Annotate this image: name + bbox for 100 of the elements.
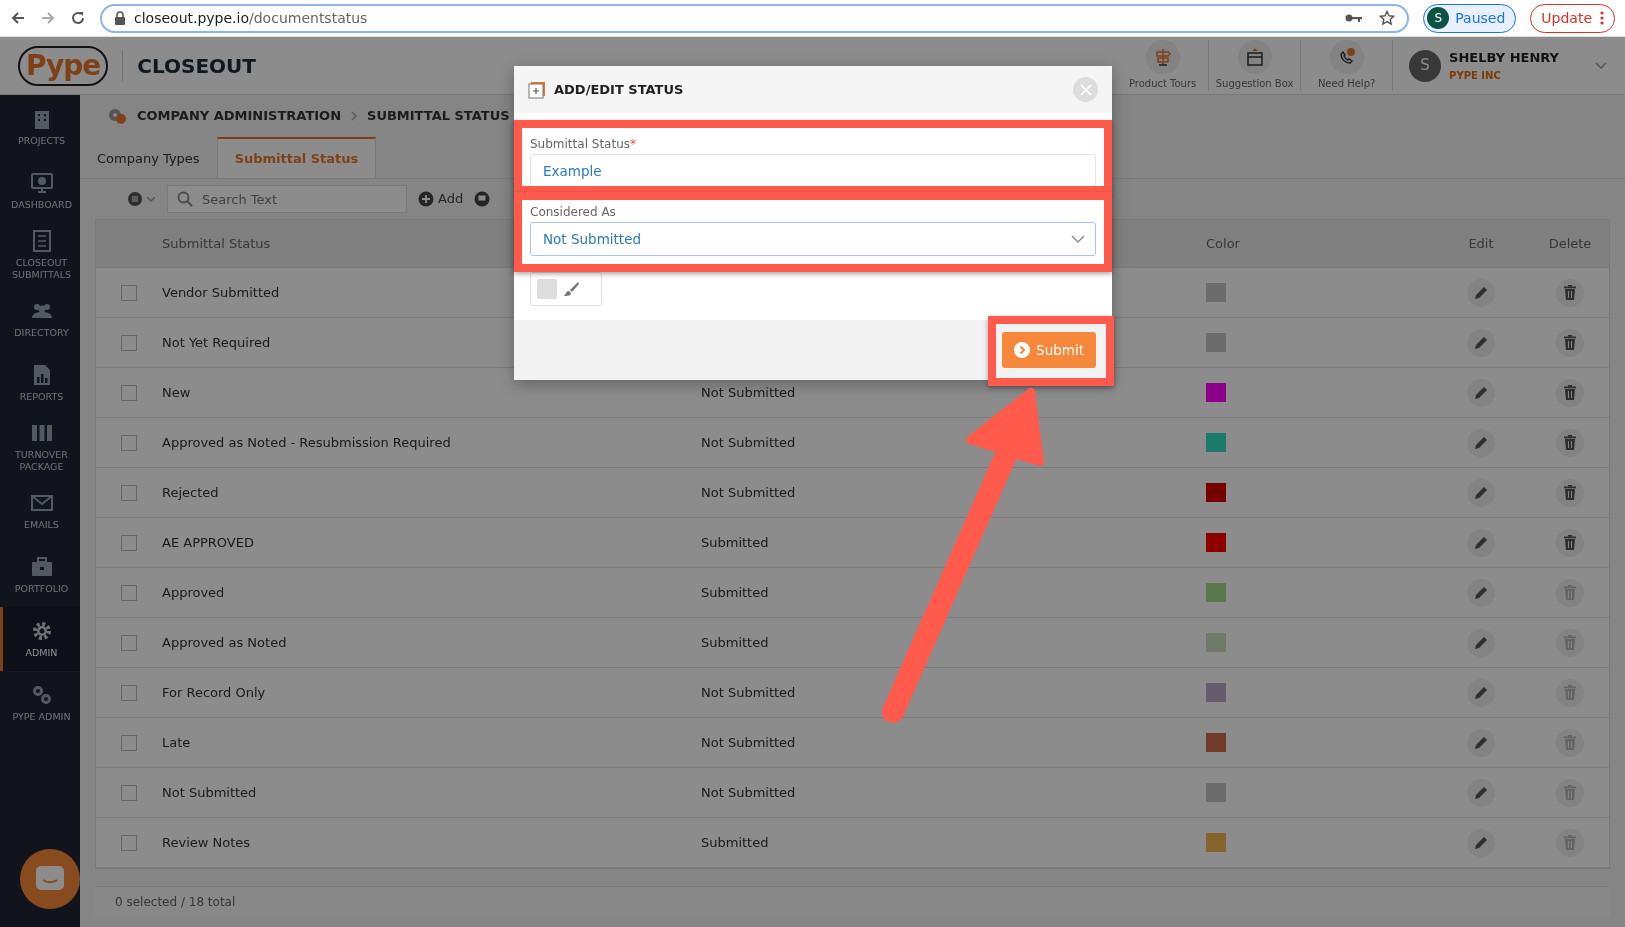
lock-icon (114, 11, 126, 25)
chevron-down-icon (1595, 61, 1607, 70)
profile-avatar: S (1427, 7, 1450, 29)
star-icon (1379, 10, 1396, 26)
sidebar-item[interactable]: PROJECTS (0, 95, 80, 159)
edit-button[interactable] (1467, 278, 1495, 307)
delete-button[interactable] (1556, 328, 1584, 357)
color-picker[interactable] (530, 272, 602, 306)
status-name: Approved as Noted - Resubmission Required (162, 434, 451, 450)
sidebar-item[interactable]: REPORTS (0, 351, 80, 415)
search-field[interactable]: Search Text (167, 185, 407, 213)
tab[interactable]: Company Types (80, 137, 217, 178)
considered-as: Not Submitted (701, 784, 796, 800)
row-checkbox[interactable] (121, 834, 137, 851)
sidebar-item[interactable]: TURNOVER PACKAGE (0, 415, 80, 479)
submit-button[interactable]: Submit (1002, 332, 1096, 368)
sidebar-item[interactable]: PYPE ADMIN (0, 671, 80, 735)
sidebar-item[interactable]: DASHBOARD (0, 159, 80, 223)
kebab-icon (1600, 11, 1604, 25)
considered-as: Submitted (701, 834, 769, 850)
considered-as: Submitted (701, 584, 769, 600)
edit-button[interactable] (1467, 428, 1495, 457)
edit-button[interactable] (1467, 628, 1495, 657)
considered-as: Submitted (701, 534, 769, 550)
row-checkbox[interactable] (121, 434, 137, 451)
back-icon (10, 10, 26, 26)
status-name: Not Submitted (162, 784, 257, 800)
product-title: CLOSEOUT (122, 50, 256, 81)
update-button[interactable]: Update (1530, 3, 1615, 33)
row-checkbox[interactable] (121, 484, 137, 501)
close-icon (1079, 83, 1092, 96)
reload-icon (70, 10, 86, 26)
row-checkbox[interactable] (121, 534, 137, 551)
status-name: AE APPROVED (162, 534, 254, 550)
status-name: Review Notes (162, 834, 251, 850)
text-field[interactable]: Example (530, 154, 1096, 187)
modal-title: ADD/EDIT STATUS (554, 80, 684, 99)
edit-button[interactable] (1467, 328, 1495, 357)
brush-icon (563, 281, 579, 297)
sidebar-item[interactable]: EMAILS (0, 479, 80, 543)
status-name: Late (162, 734, 191, 750)
column-header: Delete (1548, 235, 1592, 251)
row-checkbox[interactable] (121, 384, 137, 401)
delete-button[interactable] (1556, 378, 1584, 407)
row-checkbox[interactable] (121, 334, 137, 351)
gears-icon (107, 106, 127, 126)
edit-button[interactable] (1467, 678, 1495, 707)
profile-button[interactable]: S Paused (1423, 3, 1517, 33)
edit-button[interactable] (1467, 828, 1495, 857)
row-checkbox[interactable] (121, 784, 137, 801)
user-avatar: S (1409, 49, 1442, 82)
row-checkbox[interactable] (121, 734, 137, 751)
header-action[interactable]: Need Help? (1301, 40, 1394, 91)
edit-button[interactable] (1467, 478, 1495, 507)
delete-button[interactable] (1556, 278, 1584, 307)
url-text: closeout.pype.io/documentstatus (134, 8, 368, 28)
field-label: Submittal Status* (530, 137, 636, 151)
status-name: Rejected (162, 484, 219, 500)
plus-circle-icon (418, 191, 434, 207)
considered-as: Submitted (701, 634, 769, 650)
view-menu-icon (127, 191, 157, 207)
close-button[interactable] (1073, 77, 1098, 102)
chevron-right-icon (351, 111, 357, 121)
tab[interactable]: Submittal Status (216, 137, 377, 178)
field-label: Considered As (530, 205, 616, 219)
status-name: Not Yet Required (162, 334, 271, 350)
considered-as: Not Submitted (701, 684, 796, 700)
dropdown-field[interactable]: Not Submitted (530, 222, 1096, 256)
sidebar-item[interactable]: DIRECTORY (0, 287, 80, 351)
company-name: PYPE INC (1449, 68, 1502, 83)
edit-button[interactable] (1467, 378, 1495, 407)
edit-button[interactable] (1467, 578, 1495, 607)
delete-button[interactable] (1556, 528, 1584, 557)
address-bar[interactable]: closeout.pype.io/documentstatus (100, 3, 1410, 33)
considered-as: Not Submitted (701, 484, 796, 500)
row-checkbox[interactable] (121, 684, 137, 701)
status-name: New (162, 384, 191, 400)
sidebar-item[interactable]: CLOSEOUT SUBMITTALS (0, 223, 80, 287)
column-header: Color (1206, 235, 1240, 251)
row-checkbox[interactable] (121, 284, 137, 301)
status-name: For Record Only (162, 684, 266, 700)
considered-as: Not Submitted (701, 434, 796, 450)
sidebar-item[interactable]: PORTFOLIO (0, 543, 80, 607)
delete-button[interactable] (1556, 428, 1584, 457)
header-action[interactable]: Product Tours (1117, 40, 1210, 91)
breadcrumb-item[interactable]: COMPANY ADMINISTRATION (137, 106, 341, 126)
header-action[interactable]: Suggestion Box (1209, 40, 1302, 91)
edit-button[interactable] (1467, 728, 1495, 757)
logo: Pype (18, 45, 109, 86)
add-box-icon (528, 80, 546, 99)
row-checkbox[interactable] (121, 634, 137, 651)
edit-button[interactable] (1467, 528, 1495, 557)
row-checkbox[interactable] (121, 584, 137, 601)
chat-icon (35, 865, 65, 893)
sidebar-item[interactable]: ADMIN (0, 607, 80, 671)
add-button[interactable]: Add (417, 188, 465, 210)
delete-button[interactable] (1556, 478, 1584, 507)
edit-button[interactable] (1467, 778, 1495, 807)
color-preview (537, 279, 557, 299)
column-header: Edit (1468, 235, 1494, 251)
